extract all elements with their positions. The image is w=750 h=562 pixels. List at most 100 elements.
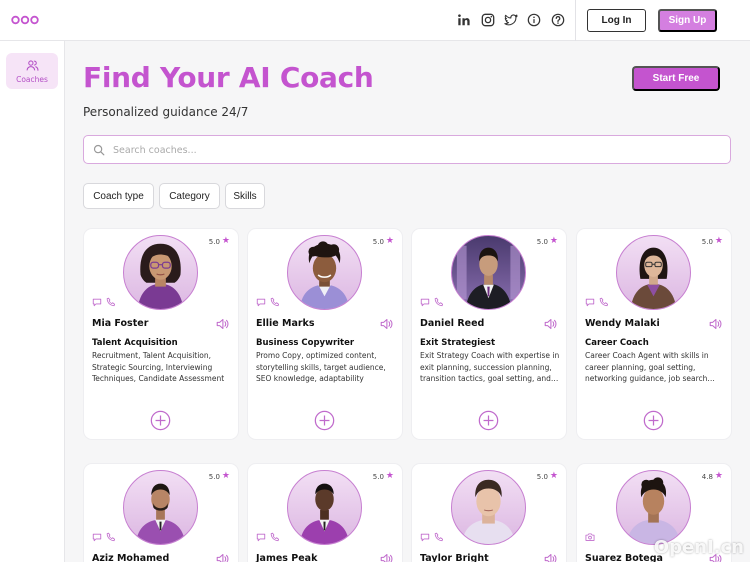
star-icon: ★ [385,236,394,246]
login-button[interactable]: Log In [587,9,646,32]
speaker-icon[interactable] [544,318,557,330]
logo-icon[interactable] [11,14,39,26]
avatar-portrait [456,245,521,309]
rating: 5.0 ★ [373,237,394,246]
top-bar: Log In Sign Up [0,0,750,41]
coach-card[interactable]: 5.0 ★ Ellie Marks Business Copywriter Pr… [248,229,402,439]
rating-value: 5.0 [208,237,220,246]
avatar-portrait [626,477,681,544]
contact-methods [585,297,609,307]
chat-icon[interactable] [92,532,102,542]
coach-name: Mia Foster [92,318,149,329]
star-icon: ★ [714,236,723,246]
phone-icon[interactable] [106,297,116,307]
speaker-icon[interactable] [380,318,393,330]
add-circle-icon[interactable] [643,410,664,431]
filter-category[interactable]: Category [159,183,220,209]
coach-role: Business Copywriter [256,338,355,348]
twitter-icon[interactable] [504,13,518,27]
star-icon: ★ [549,236,558,246]
speaker-icon[interactable] [709,318,722,330]
coach-description: Recruitment, Talent Acquisition, Strateg… [92,351,225,384]
avatar [123,470,198,545]
add-circle-icon[interactable] [478,410,499,431]
star-icon: ★ [714,471,723,481]
avatar [287,470,362,545]
star-icon: ★ [385,471,394,481]
chat-icon[interactable] [420,532,430,542]
search-input[interactable] [113,141,713,159]
add-circle-icon[interactable] [150,410,171,431]
chat-icon[interactable] [420,297,430,307]
rating: 5.0 ★ [537,472,558,481]
rating-value: 4.8 [701,472,713,481]
sidebar-item-label: Coaches [16,74,48,84]
info-icon[interactable] [527,13,541,27]
coach-card[interactable]: 5.0 ★ Daniel Reed Exit Strategiest Exit … [412,229,566,439]
start-free-button[interactable]: Start Free [632,66,720,91]
search-bar [83,135,731,164]
star-icon: ★ [549,471,558,481]
contact-methods [92,297,116,307]
avatar-portrait [299,483,350,544]
coach-card[interactable]: 5.0 ★ Aziz Mohamed [84,464,238,562]
page-title: Find Your AI Coach [83,61,374,94]
phone-icon[interactable] [270,297,280,307]
chat-icon[interactable] [256,297,266,307]
phone-icon[interactable] [434,532,444,542]
phone-icon[interactable] [106,532,116,542]
filter-coach-type[interactable]: Coach type [83,183,154,209]
coach-card[interactable]: 5.0 ★ James Peak [248,464,402,562]
camera-icon[interactable] [585,532,595,542]
star-icon: ★ [221,236,230,246]
search-icon [93,144,105,156]
phone-icon[interactable] [434,297,444,307]
coach-description: Exit Strategy Coach with expertise in ex… [420,351,560,384]
avatar-portrait [137,243,184,309]
rating: 5.0 ★ [209,472,230,481]
speaker-icon[interactable] [380,553,393,562]
coach-role: Talent Acquisition [92,338,178,348]
coach-name: James Peak [256,553,318,562]
coach-name: Ellie Marks [256,318,315,329]
speaker-icon[interactable] [216,318,229,330]
avatar [616,235,691,310]
phone-icon[interactable] [270,532,280,542]
phone-icon[interactable] [599,297,609,307]
chat-icon[interactable] [585,297,595,307]
rating-value: 5.0 [536,472,548,481]
rating-value: 5.0 [372,237,384,246]
signup-button[interactable]: Sign Up [658,9,717,32]
coach-name: Wendy Malaki [585,318,660,329]
contact-methods [585,532,595,542]
contact-methods [420,297,444,307]
rating: 4.8 ★ [702,472,723,481]
coach-name: Suarez Botega [585,553,663,562]
instagram-icon[interactable] [481,13,495,27]
speaker-icon[interactable] [544,553,557,562]
sidebar-item-coaches[interactable]: Coaches [6,53,58,89]
avatar-portrait [135,483,186,544]
help-icon[interactable] [551,13,565,27]
coach-card[interactable]: 5.0 ★ Wendy Malaki Career Coach Career C… [577,229,731,439]
speaker-icon[interactable] [216,553,229,562]
rating-value: 5.0 [372,472,384,481]
coach-card[interactable]: 5.0 ★ Mia Foster Talent Acquisition Recr… [84,229,238,439]
coach-name: Daniel Reed [420,318,485,329]
coach-card[interactable]: 5.0 ★ Taylor Bright [412,464,566,562]
coach-description: Promo Copy, optimized content, storytell… [256,351,386,384]
linkedin-icon[interactable] [457,13,471,27]
filter-skills[interactable]: Skills [225,183,265,209]
add-circle-icon[interactable] [314,410,335,431]
coach-name: Taylor Bright [420,553,489,562]
rating: 5.0 ★ [537,237,558,246]
watermark: OpenI.cn [653,537,744,558]
coach-name: Aziz Mohamed [92,553,170,562]
sidebar: Coaches [0,41,65,562]
avatar [287,235,362,310]
rating-value: 5.0 [536,237,548,246]
chat-icon[interactable] [92,297,102,307]
users-icon [26,59,38,71]
chat-icon[interactable] [256,532,266,542]
page-subtitle: Personalized guidance 24/7 [83,105,249,119]
